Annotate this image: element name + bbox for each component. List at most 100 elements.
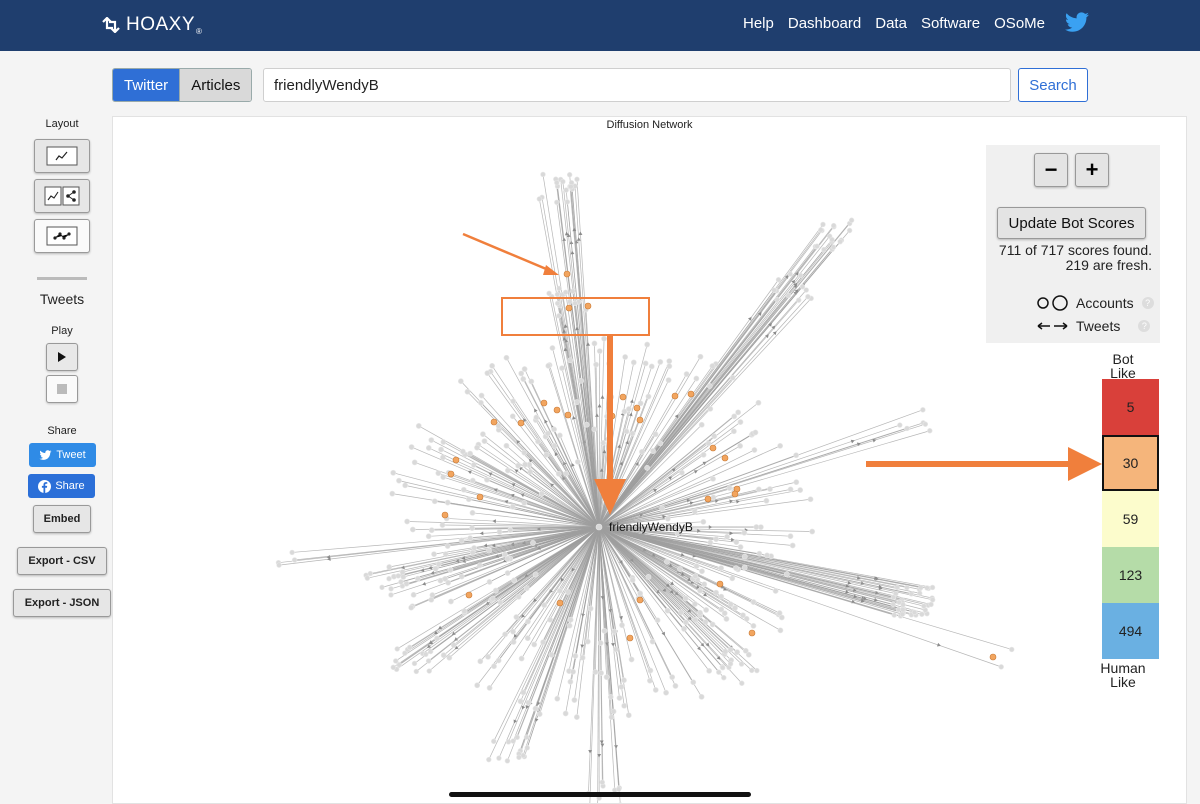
account-node[interactable]	[400, 574, 407, 580]
account-node[interactable]	[408, 604, 415, 611]
account-node[interactable]	[628, 656, 635, 663]
account-node[interactable]	[678, 469, 685, 476]
account-node[interactable]	[727, 661, 734, 667]
account-node[interactable]	[703, 607, 710, 613]
account-node[interactable]	[818, 227, 824, 233]
account-node[interactable]	[731, 428, 737, 435]
account-node[interactable]	[521, 449, 528, 456]
account-node[interactable]	[503, 442, 510, 449]
account-node[interactable]	[741, 564, 748, 571]
account-node[interactable]	[908, 591, 915, 597]
account-node[interactable]	[513, 614, 520, 620]
bot-like-node[interactable]	[633, 404, 641, 412]
tab-twitter[interactable]: Twitter	[113, 69, 180, 101]
account-node[interactable]	[554, 291, 561, 298]
account-node[interactable]	[707, 539, 714, 546]
account-node[interactable]	[536, 196, 543, 202]
account-node[interactable]	[289, 549, 295, 556]
account-node[interactable]	[425, 658, 432, 664]
account-node[interactable]	[450, 642, 457, 648]
account-node[interactable]	[600, 440, 607, 446]
account-node[interactable]	[399, 569, 406, 575]
account-node[interactable]	[629, 430, 636, 437]
account-node[interactable]	[495, 657, 502, 664]
account-node[interactable]	[734, 649, 741, 656]
account-node[interactable]	[918, 584, 924, 591]
search-button[interactable]: Search	[1018, 68, 1088, 102]
account-node[interactable]	[484, 476, 490, 483]
account-node[interactable]	[829, 236, 835, 243]
account-node[interactable]	[727, 646, 734, 653]
account-node[interactable]	[920, 407, 926, 413]
account-node[interactable]	[411, 660, 418, 667]
account-node[interactable]	[414, 575, 421, 582]
zoom-out-button[interactable]: −	[1034, 153, 1068, 187]
account-node[interactable]	[495, 422, 502, 429]
bot-like-node[interactable]	[671, 392, 679, 400]
account-node[interactable]	[379, 584, 385, 591]
account-node[interactable]	[544, 430, 551, 437]
account-node[interactable]	[659, 505, 666, 512]
account-node[interactable]	[476, 562, 483, 569]
account-node[interactable]	[904, 425, 910, 432]
account-node[interactable]	[402, 650, 408, 656]
account-node[interactable]	[572, 300, 578, 307]
account-node[interactable]	[820, 221, 826, 228]
account-node[interactable]	[478, 392, 485, 399]
account-node[interactable]	[556, 313, 562, 319]
account-node[interactable]	[393, 658, 399, 664]
layout-network-button[interactable]	[34, 219, 90, 253]
account-node[interactable]	[546, 290, 552, 297]
account-node[interactable]	[504, 570, 511, 576]
account-node[interactable]	[894, 584, 900, 591]
account-node[interactable]	[574, 399, 580, 405]
account-node[interactable]	[846, 227, 853, 234]
account-node[interactable]	[777, 442, 784, 449]
account-node[interactable]	[705, 440, 712, 447]
account-node[interactable]	[623, 428, 630, 435]
accounts-help-icon[interactable]: ?	[1141, 297, 1154, 309]
account-node[interactable]	[591, 340, 598, 347]
account-node[interactable]	[727, 601, 734, 608]
account-node[interactable]	[616, 786, 622, 792]
account-node[interactable]	[682, 619, 689, 626]
account-node[interactable]	[592, 669, 599, 675]
bot-like-node[interactable]	[989, 653, 997, 661]
bot-like-node[interactable]	[687, 390, 695, 398]
bot-like-node[interactable]	[447, 470, 455, 478]
facebook-share-button[interactable]: Share	[28, 474, 95, 498]
account-node[interactable]	[530, 540, 536, 546]
account-node[interactable]	[599, 779, 605, 785]
account-node[interactable]	[629, 577, 636, 583]
account-node[interactable]	[890, 594, 897, 600]
account-node[interactable]	[603, 674, 610, 680]
account-node[interactable]	[564, 199, 571, 205]
account-node[interactable]	[731, 413, 738, 420]
account-node[interactable]	[751, 447, 758, 453]
nav-help[interactable]: Help	[743, 15, 774, 32]
account-node[interactable]	[528, 378, 535, 385]
account-node[interactable]	[899, 611, 906, 617]
account-node[interactable]	[434, 635, 440, 642]
account-node[interactable]	[446, 654, 453, 661]
account-node[interactable]	[587, 605, 594, 612]
account-node[interactable]	[497, 599, 504, 606]
account-node[interactable]	[567, 616, 574, 623]
account-node[interactable]	[927, 428, 933, 434]
account-node[interactable]	[496, 755, 502, 761]
account-node[interactable]	[900, 606, 906, 613]
account-node[interactable]	[637, 400, 644, 407]
account-node[interactable]	[521, 499, 528, 506]
account-node[interactable]	[639, 448, 645, 455]
account-node[interactable]	[750, 622, 757, 629]
bot-like-node[interactable]	[584, 302, 592, 310]
account-node[interactable]	[432, 565, 439, 572]
account-node[interactable]	[402, 482, 409, 489]
account-node[interactable]	[700, 518, 707, 525]
account-node[interactable]	[566, 622, 573, 629]
account-node[interactable]	[647, 667, 654, 674]
account-node[interactable]	[709, 363, 716, 369]
account-node[interactable]	[618, 684, 625, 690]
account-node[interactable]	[665, 377, 672, 384]
account-node[interactable]	[729, 374, 736, 381]
